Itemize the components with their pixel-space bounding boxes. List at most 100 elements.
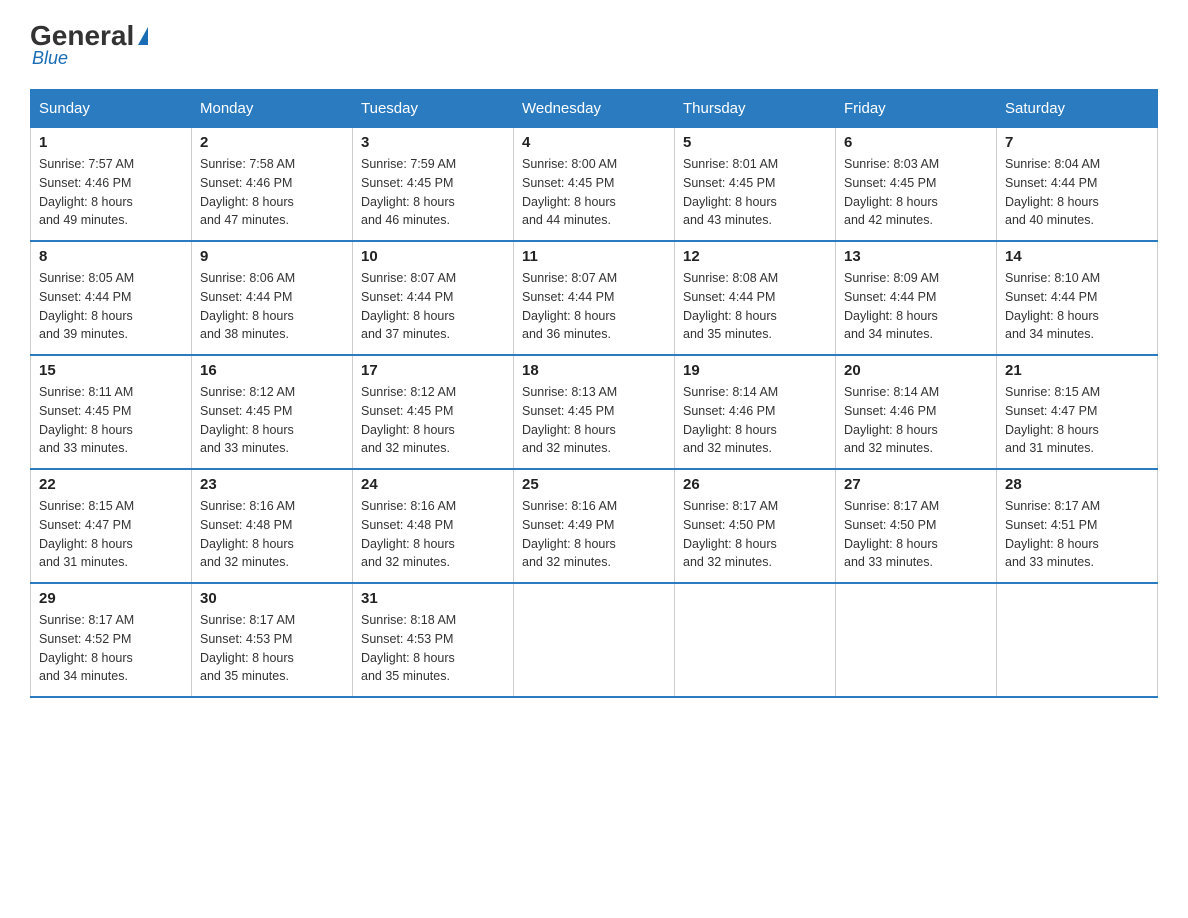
calendar-cell: 28 Sunrise: 8:17 AMSunset: 4:51 PMDayligh… [997,469,1158,583]
day-number: 16 [200,362,344,379]
calendar-cell: 25 Sunrise: 8:16 AMSunset: 4:49 PMDayligh… [514,469,675,583]
day-info: Sunrise: 8:14 AMSunset: 4:46 PMDaylight:… [844,383,988,458]
day-info: Sunrise: 8:11 AMSunset: 4:45 PMDaylight:… [39,383,183,458]
day-info: Sunrise: 8:13 AMSunset: 4:45 PMDaylight:… [522,383,666,458]
day-info: Sunrise: 8:16 AMSunset: 4:48 PMDaylight:… [361,497,505,572]
day-info: Sunrise: 8:07 AMSunset: 4:44 PMDaylight:… [361,269,505,344]
day-number: 10 [361,248,505,265]
day-info: Sunrise: 8:17 AMSunset: 4:50 PMDaylight:… [844,497,988,572]
day-info: Sunrise: 8:09 AMSunset: 4:44 PMDaylight:… [844,269,988,344]
calendar-cell: 3 Sunrise: 7:59 AMSunset: 4:45 PMDaylight… [353,128,514,242]
day-info: Sunrise: 7:58 AMSunset: 4:46 PMDaylight:… [200,155,344,230]
day-number: 29 [39,590,183,607]
calendar-cell: 24Sunrise: 8:16 AMSunset: 4:48 PMDayligh… [353,469,514,583]
logo-blue-text: Blue [30,48,68,69]
day-number: 5 [683,134,827,151]
day-number: 20 [844,362,988,379]
logo: General Blue [30,20,148,69]
day-number: 4 [522,134,666,151]
day-number: 15 [39,362,183,379]
day-number: 1 [39,134,183,151]
day-number: 18 [522,362,666,379]
day-info: Sunrise: 8:12 AMSunset: 4:45 PMDaylight:… [361,383,505,458]
day-info: Sunrise: 8:06 AMSunset: 4:44 PMDaylight:… [200,269,344,344]
day-number: 26 [683,476,827,493]
week-row: 29Sunrise: 8:17 AMSunset: 4:52 PMDayligh… [31,583,1158,697]
day-number: 22 [39,476,183,493]
day-info: Sunrise: 8:04 AMSunset: 4:44 PMDaylight:… [1005,155,1149,230]
header-row: Sunday Monday Tuesday Wednesday Thursday… [31,90,1158,128]
day-number: 25 [522,476,666,493]
day-info: Sunrise: 8:17 AMSunset: 4:53 PMDaylight:… [200,611,344,686]
day-info: Sunrise: 8:15 AMSunset: 4:47 PMDaylight:… [1005,383,1149,458]
col-wednesday: Wednesday [514,90,675,128]
calendar-cell: 5 Sunrise: 8:01 AMSunset: 4:45 PMDaylight… [675,128,836,242]
day-info: Sunrise: 8:16 AMSunset: 4:49 PMDaylight:… [522,497,666,572]
calendar-cell: 26Sunrise: 8:17 AMSunset: 4:50 PMDayligh… [675,469,836,583]
calendar-cell: 9 Sunrise: 8:06 AMSunset: 4:44 PMDaylight… [192,241,353,355]
calendar-cell: 6Sunrise: 8:03 AMSunset: 4:45 PMDaylight… [836,128,997,242]
day-number: 19 [683,362,827,379]
day-info: Sunrise: 8:14 AMSunset: 4:46 PMDaylight:… [683,383,827,458]
calendar-cell: 8 Sunrise: 8:05 AMSunset: 4:44 PMDaylight… [31,241,192,355]
day-info: Sunrise: 7:59 AMSunset: 4:45 PMDaylight:… [361,155,505,230]
week-row: 15 Sunrise: 8:11 AMSunset: 4:45 PMDayligh… [31,355,1158,469]
day-number: 2 [200,134,344,151]
calendar-cell: 18 Sunrise: 8:13 AMSunset: 4:45 PMDayligh… [514,355,675,469]
day-number: 17 [361,362,505,379]
day-info: Sunrise: 8:00 AMSunset: 4:45 PMDaylight:… [522,155,666,230]
calendar-cell: 30 Sunrise: 8:17 AMSunset: 4:53 PMDayligh… [192,583,353,697]
day-number: 27 [844,476,988,493]
calendar-cell: 29Sunrise: 8:17 AMSunset: 4:52 PMDayligh… [31,583,192,697]
calendar-cell [675,583,836,697]
day-info: Sunrise: 8:18 AMSunset: 4:53 PMDaylight:… [361,611,505,686]
calendar-cell: 31 Sunrise: 8:18 AMSunset: 4:53 PMDayligh… [353,583,514,697]
day-number: 28 [1005,476,1149,493]
col-thursday: Thursday [675,90,836,128]
day-info: Sunrise: 8:07 AMSunset: 4:44 PMDaylight:… [522,269,666,344]
day-number: 31 [361,590,505,607]
col-sunday: Sunday [31,90,192,128]
day-number: 3 [361,134,505,151]
calendar-cell: 11 Sunrise: 8:07 AMSunset: 4:44 PMDayligh… [514,241,675,355]
day-info: Sunrise: 8:17 AMSunset: 4:51 PMDaylight:… [1005,497,1149,572]
day-number: 23 [200,476,344,493]
day-info: Sunrise: 8:16 AMSunset: 4:48 PMDaylight:… [200,497,344,572]
calendar-cell: 16 Sunrise: 8:12 AMSunset: 4:45 PMDayligh… [192,355,353,469]
day-number: 12 [683,248,827,265]
calendar-cell: 22 Sunrise: 8:15 AMSunset: 4:47 PMDayligh… [31,469,192,583]
calendar-cell [836,583,997,697]
calendar-cell: 23 Sunrise: 8:16 AMSunset: 4:48 PMDayligh… [192,469,353,583]
day-number: 11 [522,248,666,265]
calendar-cell [514,583,675,697]
day-info: Sunrise: 8:15 AMSunset: 4:47 PMDaylight:… [39,497,183,572]
col-friday: Friday [836,90,997,128]
day-number: 30 [200,590,344,607]
day-info: Sunrise: 8:01 AMSunset: 4:45 PMDaylight:… [683,155,827,230]
calendar-cell: 14Sunrise: 8:10 AMSunset: 4:44 PMDayligh… [997,241,1158,355]
calendar-cell: 15 Sunrise: 8:11 AMSunset: 4:45 PMDayligh… [31,355,192,469]
calendar-cell: 17 Sunrise: 8:12 AMSunset: 4:45 PMDayligh… [353,355,514,469]
col-monday: Monday [192,90,353,128]
calendar-cell: 19 Sunrise: 8:14 AMSunset: 4:46 PMDayligh… [675,355,836,469]
day-info: Sunrise: 7:57 AMSunset: 4:46 PMDaylight:… [39,155,183,230]
day-info: Sunrise: 8:05 AMSunset: 4:44 PMDaylight:… [39,269,183,344]
calendar-cell: 20 Sunrise: 8:14 AMSunset: 4:46 PMDayligh… [836,355,997,469]
day-number: 8 [39,248,183,265]
calendar-cell: 7Sunrise: 8:04 AMSunset: 4:44 PMDaylight… [997,128,1158,242]
day-number: 13 [844,248,988,265]
day-info: Sunrise: 8:12 AMSunset: 4:45 PMDaylight:… [200,383,344,458]
calendar-cell: 13 Sunrise: 8:09 AMSunset: 4:44 PMDayligh… [836,241,997,355]
day-info: Sunrise: 8:10 AMSunset: 4:44 PMDaylight:… [1005,269,1149,344]
week-row: 22 Sunrise: 8:15 AMSunset: 4:47 PMDayligh… [31,469,1158,583]
calendar-cell: 21 Sunrise: 8:15 AMSunset: 4:47 PMDayligh… [997,355,1158,469]
week-row: 1 Sunrise: 7:57 AMSunset: 4:46 PMDaylight… [31,128,1158,242]
calendar-table: Sunday Monday Tuesday Wednesday Thursday… [30,89,1158,698]
day-number: 9 [200,248,344,265]
day-number: 21 [1005,362,1149,379]
calendar-cell [997,583,1158,697]
calendar-cell: 12 Sunrise: 8:08 AMSunset: 4:44 PMDayligh… [675,241,836,355]
day-info: Sunrise: 8:08 AMSunset: 4:44 PMDaylight:… [683,269,827,344]
col-saturday: Saturday [997,90,1158,128]
day-info: Sunrise: 8:03 AMSunset: 4:45 PMDaylight:… [844,155,988,230]
